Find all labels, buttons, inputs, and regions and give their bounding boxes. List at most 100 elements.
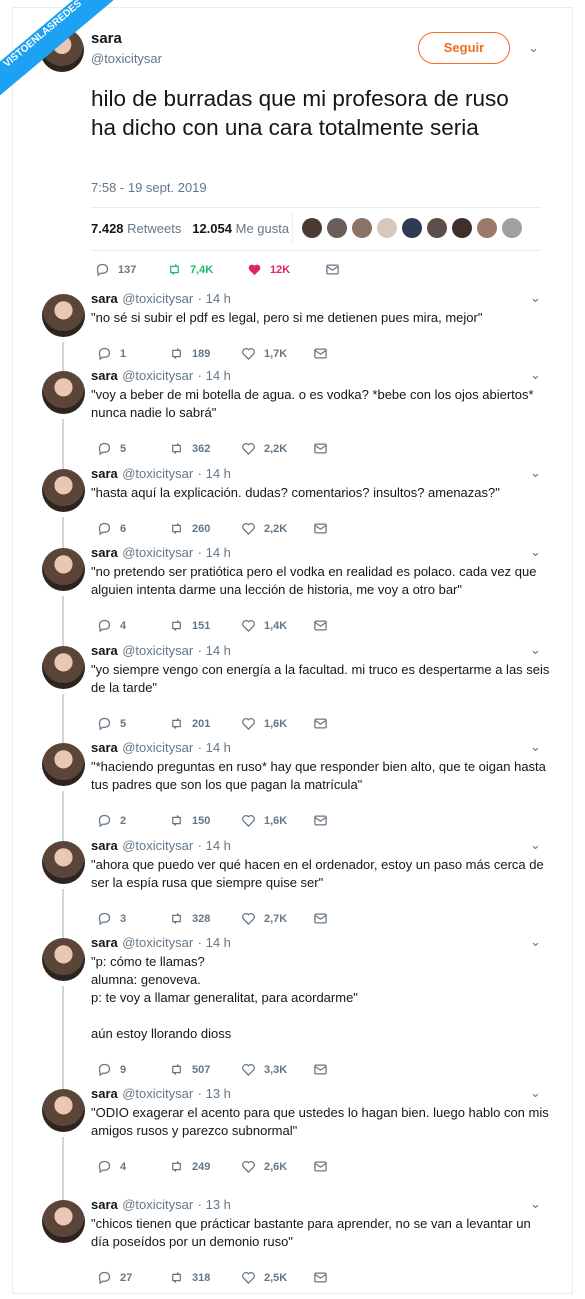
tweet-time[interactable]: · 14 h <box>198 466 231 481</box>
author-name[interactable]: sara <box>91 935 118 950</box>
reply-button[interactable]: 4 <box>97 618 169 633</box>
author-handle[interactable]: @toxicitysar <box>91 51 162 66</box>
tweet-time[interactable]: · 14 h <box>198 545 231 560</box>
liker-avatar[interactable] <box>352 218 372 238</box>
liker-avatar[interactable] <box>302 218 322 238</box>
author-name[interactable]: sara <box>91 466 118 481</box>
like-button[interactable]: 1,7K <box>241 346 313 361</box>
author-handle[interactable]: @toxicitysar <box>122 545 193 560</box>
retweet-button[interactable]: 7,4K <box>167 262 247 277</box>
author-name[interactable]: sara <box>91 1197 118 1212</box>
like-button[interactable]: 2,7K <box>241 911 313 926</box>
like-button[interactable]: 1,6K <box>241 813 313 828</box>
like-button[interactable]: 2,2K <box>241 521 313 536</box>
tweet-time[interactable]: · 14 h <box>198 291 231 306</box>
retweet-button[interactable]: 249 <box>169 1159 241 1174</box>
author-handle[interactable]: @toxicitysar <box>122 740 193 755</box>
author-name[interactable]: sara <box>91 1086 118 1101</box>
dm-button[interactable] <box>313 441 385 456</box>
reply-button[interactable]: 27 <box>97 1270 169 1285</box>
like-button[interactable]: 2,2K <box>241 441 313 456</box>
author-name[interactable]: sara <box>91 291 118 306</box>
dm-button[interactable] <box>313 813 385 828</box>
avatar[interactable] <box>42 548 85 591</box>
reply-button[interactable]: 5 <box>97 716 169 731</box>
follow-button[interactable]: Seguir <box>418 32 510 64</box>
avatar[interactable] <box>42 469 85 512</box>
author-handle[interactable]: @toxicitysar <box>122 643 193 658</box>
like-button[interactable]: 2,5K <box>241 1270 313 1285</box>
retweet-button[interactable]: 362 <box>169 441 241 456</box>
liker-avatar[interactable] <box>327 218 347 238</box>
dm-button[interactable] <box>313 1270 385 1285</box>
reply-button[interactable]: 2 <box>97 813 169 828</box>
likers-avatars[interactable] <box>302 218 527 238</box>
dm-button[interactable] <box>313 521 385 536</box>
liker-avatar[interactable] <box>402 218 422 238</box>
like-button[interactable]: 2,6K <box>241 1159 313 1174</box>
dm-button[interactable] <box>313 911 385 926</box>
avatar[interactable] <box>42 1200 85 1243</box>
reply-button[interactable]: 137 <box>95 262 167 277</box>
tweet-time[interactable]: · 14 h <box>198 838 231 853</box>
author-name[interactable]: sara <box>91 643 118 658</box>
author-name[interactable]: sara <box>91 838 118 853</box>
author-handle[interactable]: @toxicitysar <box>122 838 193 853</box>
tweet-time[interactable]: · 14 h <box>198 643 231 658</box>
tweet-time[interactable]: · 14 h <box>198 935 231 950</box>
reply-button[interactable]: 3 <box>97 911 169 926</box>
liker-avatar[interactable] <box>452 218 472 238</box>
tweet-time[interactable]: · 13 h <box>198 1086 231 1101</box>
like-button[interactable]: 1,4K <box>241 618 313 633</box>
retweet-button[interactable]: 318 <box>169 1270 241 1285</box>
author-handle[interactable]: @toxicitysar <box>122 368 193 383</box>
retweet-button[interactable]: 260 <box>169 521 241 536</box>
retweets-label[interactable]: Retweets <box>127 221 181 236</box>
likes-count[interactable]: 12.054 <box>192 221 232 236</box>
author-handle[interactable]: @toxicitysar <box>122 935 193 950</box>
reply-button[interactable]: 1 <box>97 346 169 361</box>
reply-button[interactable]: 6 <box>97 521 169 536</box>
retweet-button[interactable]: 328 <box>169 911 241 926</box>
dm-button[interactable] <box>313 346 385 361</box>
chevron-down-icon[interactable]: ⌄ <box>528 40 539 56</box>
avatar[interactable] <box>42 743 85 786</box>
author-handle[interactable]: @toxicitysar <box>122 291 193 306</box>
retweet-button[interactable]: 201 <box>169 716 241 731</box>
liker-avatar[interactable] <box>502 218 522 238</box>
author-name[interactable]: sara <box>91 740 118 755</box>
reply-button[interactable]: 5 <box>97 441 169 456</box>
like-button[interactable]: 3,3K <box>241 1062 313 1077</box>
avatar[interactable] <box>42 841 85 884</box>
avatar[interactable] <box>42 938 85 981</box>
main-tweet-timestamp[interactable]: 7:58 - 19 sept. 2019 <box>91 180 207 195</box>
tweet-time[interactable]: · 13 h <box>198 1197 231 1212</box>
author-name[interactable]: sara <box>91 545 118 560</box>
dm-button[interactable] <box>313 1062 385 1077</box>
tweet-time[interactable]: · 14 h <box>198 740 231 755</box>
liker-avatar[interactable] <box>377 218 397 238</box>
author-name[interactable]: sara <box>91 368 118 383</box>
avatar[interactable] <box>42 646 85 689</box>
likes-label[interactable]: Me gusta <box>236 221 289 236</box>
avatar[interactable] <box>42 294 85 337</box>
reply-button[interactable]: 4 <box>97 1159 169 1174</box>
liker-avatar[interactable] <box>427 218 447 238</box>
author-handle[interactable]: @toxicitysar <box>122 1086 193 1101</box>
retweet-button[interactable]: 150 <box>169 813 241 828</box>
like-button[interactable]: 1,6K <box>241 716 313 731</box>
tweet-time[interactable]: · 14 h <box>198 368 231 383</box>
author-name[interactable]: sara <box>91 30 122 47</box>
retweet-button[interactable]: 507 <box>169 1062 241 1077</box>
retweets-count[interactable]: 7.428 <box>91 221 124 236</box>
like-button[interactable]: 12K <box>247 262 325 277</box>
liker-avatar[interactable] <box>477 218 497 238</box>
retweet-button[interactable]: 189 <box>169 346 241 361</box>
author-handle[interactable]: @toxicitysar <box>122 466 193 481</box>
dm-button[interactable] <box>313 618 385 633</box>
dm-button[interactable] <box>325 262 397 277</box>
dm-button[interactable] <box>313 716 385 731</box>
avatar[interactable] <box>42 371 85 414</box>
dm-button[interactable] <box>313 1159 385 1174</box>
avatar[interactable] <box>42 1089 85 1132</box>
